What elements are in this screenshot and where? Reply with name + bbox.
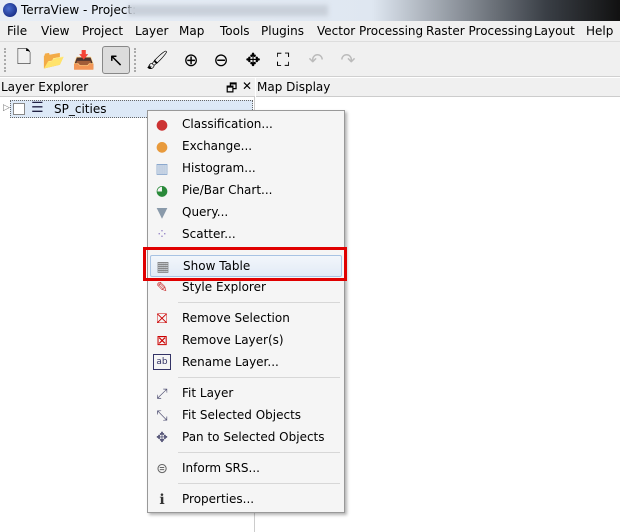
menu-item-label: Remove Layer(s) bbox=[182, 333, 284, 347]
properties-icon: ℹ bbox=[159, 492, 165, 508]
menu-item-label: Inform SRS... bbox=[182, 461, 260, 475]
scatter-icon: ⁘ bbox=[156, 227, 168, 243]
menu-item-fit-selected-objects[interactable]: ⤡ Fit Selected Objects bbox=[150, 405, 342, 427]
open-folder-icon[interactable]: 📂 bbox=[40, 46, 68, 74]
menu-item-label: Histogram... bbox=[182, 161, 256, 175]
map-display-title: Map Display bbox=[257, 80, 331, 94]
menu-project[interactable]: Project bbox=[82, 24, 123, 38]
menu-item-label: Query... bbox=[182, 205, 229, 219]
menu-help[interactable]: Help bbox=[586, 24, 613, 38]
menu-item-label: Rename Layer... bbox=[182, 355, 279, 369]
new-project-icon[interactable]: 🗋 bbox=[10, 46, 38, 74]
menu-map[interactable]: Map bbox=[179, 24, 204, 38]
menu-item-label: Scatter... bbox=[182, 227, 236, 241]
menu-item-rename-layer[interactable]: ab Rename Layer... bbox=[150, 352, 342, 374]
menu-item-remove-layer-s[interactable]: ⊠ Remove Layer(s) bbox=[150, 330, 342, 352]
fit-selected-icon: ⤡ bbox=[156, 408, 168, 424]
redo-icon[interactable]: ↷ bbox=[334, 46, 362, 74]
menu-item-label: Fit Layer bbox=[182, 386, 234, 400]
rename-icon: ab bbox=[153, 354, 171, 370]
menu-item-label: Classification... bbox=[182, 117, 273, 131]
menu-separator bbox=[178, 302, 340, 303]
zoom-extent-icon[interactable]: ⛶ bbox=[269, 46, 297, 74]
zoom-in-icon[interactable]: ⊕ bbox=[177, 46, 205, 74]
menu-vector-processing[interactable]: Vector Processing bbox=[317, 24, 423, 38]
menu-item-query[interactable]: ▼ Query... bbox=[150, 202, 342, 224]
layer-context-menu: ● Classification... ● Exchange... ▥ Histogram… bbox=[147, 110, 345, 513]
toolbar: 🗋 📂 📥 ↖ 🖌 ⊕ ⊖ ✥ ⛶ ↶ ↷ bbox=[0, 42, 620, 77]
menu-item-label: Properties... bbox=[182, 492, 255, 506]
remove-selection-icon: ⛝ bbox=[156, 311, 168, 327]
menu-layer[interactable]: Layer bbox=[135, 24, 168, 38]
fit-layer-icon: ⤢ bbox=[156, 386, 168, 402]
menu-item-exchange[interactable]: ● Exchange... bbox=[150, 136, 342, 158]
menu-view[interactable]: View bbox=[41, 24, 69, 38]
exchange-icon: ● bbox=[155, 139, 169, 155]
menu-separator bbox=[178, 377, 340, 378]
menu-item-classification[interactable]: ● Classification... bbox=[150, 114, 342, 136]
remove-layer-icon: ⊠ bbox=[156, 333, 168, 349]
highlight-annotation-box bbox=[143, 247, 347, 281]
layer-name: SP_cities bbox=[54, 102, 107, 116]
menu-item-remove-selection[interactable]: ⛝ Remove Selection bbox=[150, 308, 342, 330]
menu-tools[interactable]: Tools bbox=[220, 24, 250, 38]
menu-item-label: Pan to Selected Objects bbox=[182, 430, 325, 444]
layer-stack-icon: ☰ bbox=[31, 100, 44, 116]
zoom-out-icon[interactable]: ⊖ bbox=[207, 46, 235, 74]
menu-separator bbox=[178, 452, 340, 453]
undo-icon[interactable]: ↶ bbox=[302, 46, 330, 74]
pan-selected-icon: ✥ bbox=[156, 430, 168, 446]
pie-chart-icon: ◕ bbox=[155, 183, 169, 199]
style-icon: ✎ bbox=[156, 280, 168, 296]
menu-bar: File View Project Layer Map Tools Plugins Vecto… bbox=[0, 21, 620, 42]
histogram-icon: ▥ bbox=[155, 161, 169, 177]
paint-brush-icon[interactable]: 🖌 bbox=[143, 46, 171, 74]
terraview-logo-icon bbox=[3, 3, 17, 17]
layer-visibility-checkbox[interactable] bbox=[13, 103, 25, 115]
expand-arrow-icon[interactable]: ▷ bbox=[3, 103, 10, 113]
window-title: TerraView - Project: bbox=[21, 3, 137, 17]
menu-item-fit-layer[interactable]: ⤢ Fit Layer bbox=[150, 383, 342, 405]
menu-file[interactable]: File bbox=[7, 24, 27, 38]
menu-item-label: Fit Selected Objects bbox=[182, 408, 302, 422]
menu-item-label: Pie/Bar Chart... bbox=[182, 183, 273, 197]
menu-item-properties[interactable]: ℹ Properties... bbox=[150, 489, 342, 511]
selection-pointer-icon[interactable]: ↖ bbox=[102, 46, 130, 74]
menu-raster-processing[interactable]: Raster Processing bbox=[426, 24, 533, 38]
title-bar: TerraView - Project: bbox=[0, 0, 620, 21]
close-panel-icon[interactable]: ✕ bbox=[242, 79, 252, 93]
menu-separator bbox=[178, 483, 340, 484]
menu-item-pan-to-selected-objects[interactable]: ✥ Pan to Selected Objects bbox=[150, 427, 342, 449]
save-icon[interactable]: 📥 bbox=[70, 46, 98, 74]
filter-icon: ▼ bbox=[156, 205, 168, 221]
menu-item-label: Remove Selection bbox=[182, 311, 290, 325]
menu-item-label: Exchange... bbox=[182, 139, 253, 153]
menu-plugins[interactable]: Plugins bbox=[261, 24, 304, 38]
menu-item-inform-srs[interactable]: ⊜ Inform SRS... bbox=[150, 458, 342, 480]
menu-item-scatter[interactable]: ⁘ Scatter... bbox=[150, 224, 342, 246]
map-display-header: Map Display bbox=[256, 78, 620, 97]
layer-explorer-header: Layer Explorer 🗗 ✕ bbox=[0, 78, 255, 97]
srs-icon: ⊜ bbox=[156, 461, 168, 477]
toolbar-grip[interactable] bbox=[134, 48, 136, 72]
menu-item-label: Style Explorer bbox=[182, 280, 266, 294]
layer-explorer-title: Layer Explorer bbox=[1, 80, 89, 94]
classification-icon: ● bbox=[155, 117, 169, 133]
menu-item-histogram[interactable]: ▥ Histogram... bbox=[150, 158, 342, 180]
pan-icon[interactable]: ✥ bbox=[239, 46, 267, 74]
menu-item-pie-bar-chart[interactable]: ◕ Pie/Bar Chart... bbox=[150, 180, 342, 202]
menu-layout[interactable]: Layout bbox=[534, 24, 575, 38]
blurred-project-name bbox=[128, 5, 328, 16]
toolbar-grip[interactable] bbox=[4, 48, 6, 72]
float-panel-icon[interactable]: 🗗 bbox=[226, 79, 237, 100]
